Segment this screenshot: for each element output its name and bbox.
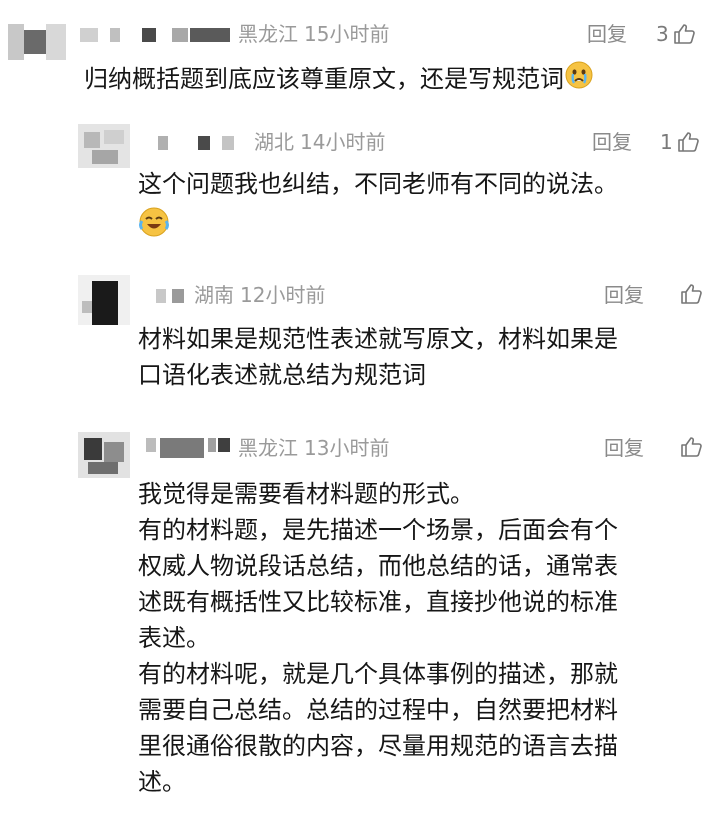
comment-text: 材料如果是规范性表述就写原文，材料如果是 口语化表述就总结为规范词 [138,321,708,393]
reply-button[interactable]: 回复 [592,130,632,154]
username-blurred[interactable] [146,438,230,458]
crying-laughing-face-emoji [138,206,170,248]
comment-text-line: 里很通俗很散的内容，尽量用规范的语言去描 [138,732,618,760]
comment-text: 我觉得是需要看材料题的形式。 有的材料题，是先描述一个场景，后面会有个 权威人物… [138,476,713,800]
comment-text-line: 这个问题我也纠结，不同老师有不同的说法。 [138,170,618,198]
location: 黑龙江 [238,436,298,460]
comment-meta: 湖南 12小时前 [194,283,325,307]
comment-text-line: 述。 [138,768,186,796]
comment-3: 湖南 12小时前 回复 材料如果是规范性表述就写原文，材料如果是 口语化表述就总结… [0,265,722,415]
timestamp: 15小时前 [304,22,390,46]
username-blurred[interactable] [156,289,196,303]
comment-1: 黑龙江 15小时前 回复 3 归纳概括题到底应该尊重原文，还是写规范词 [0,0,722,110]
comment-text-line: 材料如果是规范性表述就写原文，材料如果是 [138,325,618,353]
location: 黑龙江 [238,22,298,46]
comment-text-line: 需要自己总结。总结的过程中，自然要把材料 [138,696,618,724]
comment-text-line: 述既有概括性又比较标准，直接抄他说的标准 [138,588,618,616]
avatar[interactable] [78,432,130,478]
username-blurred[interactable] [158,136,258,150]
comment-meta: 湖北 14小时前 [254,130,385,154]
crying-face-emoji [564,60,594,100]
comment-text-line: 有的材料呢，就是几个具体事例的描述，那就 [138,660,618,688]
location: 湖南 [194,283,234,307]
comment-text-line: 口语化表述就总结为规范词 [138,361,426,389]
like-count: 3 [656,22,669,46]
like-button[interactable]: 1 [660,130,699,154]
comment-text-line: 有的材料题，是先描述一个场景，后面会有个 [138,516,618,544]
comment-4: 黑龙江 13小时前 回复 我觉得是需要看材料题的形式。 有的材料题，是先描述一个场… [0,420,722,834]
thumbs-up-icon [673,23,695,45]
like-button[interactable] [676,283,702,305]
timestamp: 14小时前 [300,130,386,154]
like-button[interactable] [676,436,702,458]
comment-text-line: 我觉得是需要看材料题的形式。 [138,480,474,508]
reply-button[interactable]: 回复 [604,283,644,307]
comment-meta: 黑龙江 13小时前 [238,436,389,460]
like-button[interactable]: 3 [656,22,695,46]
like-count: 1 [660,130,673,154]
location: 湖北 [254,130,294,154]
thumbs-up-icon [680,283,702,305]
reply-button[interactable]: 回复 [587,22,627,46]
comment-text: 归纳概括题到底应该尊重原文，还是写规范词 [84,60,704,100]
comment-text-line: 归纳概括题到底应该尊重原文，还是写规范词 [84,65,564,93]
avatar[interactable] [8,24,66,60]
avatar[interactable] [78,124,130,168]
username-blurred[interactable] [80,28,230,42]
timestamp: 12小时前 [240,283,326,307]
comment-2: 湖北 14小时前 回复 1 这个问题我也纠结，不同老师有不同的说法。 [0,110,722,260]
timestamp: 13小时前 [304,436,390,460]
comment-text-line: 权威人物说段话总结，而他总结的话，通常表 [138,552,618,580]
comment-meta: 黑龙江 15小时前 [238,22,389,46]
comment-text-line: 表述。 [138,624,210,652]
thumbs-up-icon [680,436,702,458]
avatar[interactable] [78,275,130,325]
reply-button[interactable]: 回复 [604,436,644,460]
thumbs-up-icon [677,131,699,153]
comment-text: 这个问题我也纠结，不同老师有不同的说法。 [138,166,708,248]
